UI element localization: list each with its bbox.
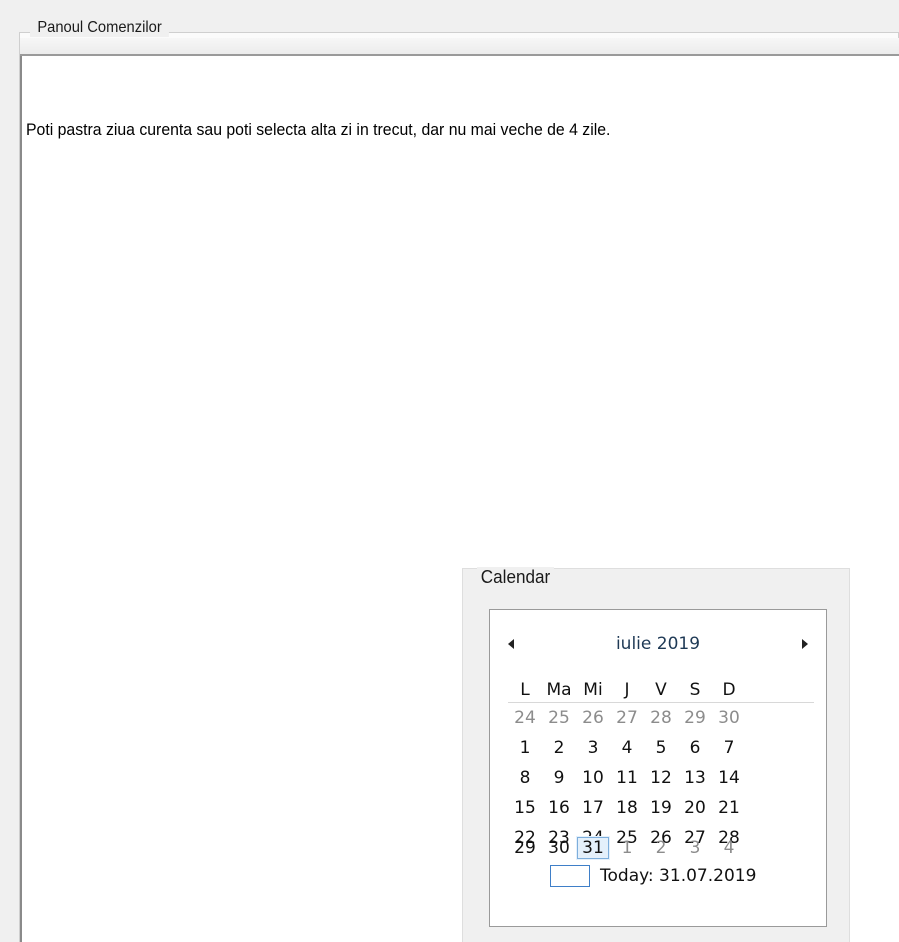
day-cell[interactable]: 16 [542, 796, 576, 820]
panel-header-bar [20, 38, 899, 56]
weekday-label: Ma [546, 680, 572, 700]
day-cell[interactable]: 24 [508, 706, 542, 730]
today-indicator[interactable] [550, 865, 590, 887]
day-cell[interactable]: 29 [508, 836, 542, 860]
calendar-group-title: Calendar [477, 567, 554, 588]
day-cell[interactable]: 3 [678, 836, 712, 860]
day-cell[interactable]: 1 [610, 836, 644, 860]
day-cell[interactable]: 27 [610, 706, 644, 730]
day-cell[interactable]: 1 [508, 736, 542, 760]
weekday-header: L Ma Mi J V S D [508, 678, 814, 703]
weekday-label: D [722, 680, 736, 700]
day-cell[interactable]: 21 [712, 796, 746, 820]
day-cell[interactable]: 10 [576, 766, 610, 790]
week-row-6-actual: 29 30 31 1 2 3 4 [508, 836, 814, 860]
day-cell[interactable]: 18 [610, 796, 644, 820]
month-calendar[interactable]: iulie 2019 L Ma Mi J V S D 24 25 26 27 2… [489, 609, 827, 927]
next-month-icon[interactable] [802, 639, 808, 649]
day-cell[interactable]: 3 [576, 736, 610, 760]
day-cell[interactable]: 11 [610, 766, 644, 790]
day-cell[interactable]: 17 [576, 796, 610, 820]
day-cell[interactable]: 19 [644, 796, 678, 820]
weekday-label: J [624, 680, 630, 700]
day-cell[interactable]: 15 [508, 796, 542, 820]
instruction-message: Poti pastra ziua curenta sau poti select… [26, 120, 611, 139]
week-row: 15 16 17 18 19 20 21 [508, 796, 814, 820]
weekday-label: V [655, 680, 667, 700]
day-cell[interactable]: 2 [542, 736, 576, 760]
day-cell[interactable]: 7 [712, 736, 746, 760]
day-cell[interactable]: 12 [644, 766, 678, 790]
day-cell[interactable]: 30 [712, 706, 746, 730]
day-cell[interactable]: 4 [610, 736, 644, 760]
weekday-label: Mi [583, 680, 603, 700]
day-cell[interactable]: 6 [678, 736, 712, 760]
day-cell[interactable]: 25 [542, 706, 576, 730]
week-row: 1 2 3 4 5 6 7 [508, 736, 814, 760]
panel-title: Panoul Comenzilor [30, 19, 170, 37]
day-cell[interactable]: 8 [508, 766, 542, 790]
day-cell[interactable]: 29 [678, 706, 712, 730]
week-row: 8 9 10 11 12 13 14 [508, 766, 814, 790]
day-cell[interactable]: 14 [712, 766, 746, 790]
day-cell[interactable]: 28 [644, 706, 678, 730]
today-label[interactable]: Today: 31.07.2019 [600, 864, 756, 888]
day-cell[interactable]: 2 [644, 836, 678, 860]
day-cell[interactable]: 20 [678, 796, 712, 820]
weekday-label: S [689, 680, 701, 700]
day-cell[interactable]: 26 [576, 706, 610, 730]
weekday-label: L [520, 680, 530, 700]
day-cell[interactable]: 5 [644, 736, 678, 760]
month-title[interactable]: iulie 2019 [490, 634, 826, 654]
day-cell[interactable]: 4 [712, 836, 746, 860]
day-cell[interactable]: 30 [542, 836, 576, 860]
day-cell[interactable]: 13 [678, 766, 712, 790]
week-row: 24 25 26 27 28 29 30 [508, 706, 814, 730]
day-cell[interactable]: 9 [542, 766, 576, 790]
selected-day-cell[interactable]: 31 [576, 836, 610, 860]
